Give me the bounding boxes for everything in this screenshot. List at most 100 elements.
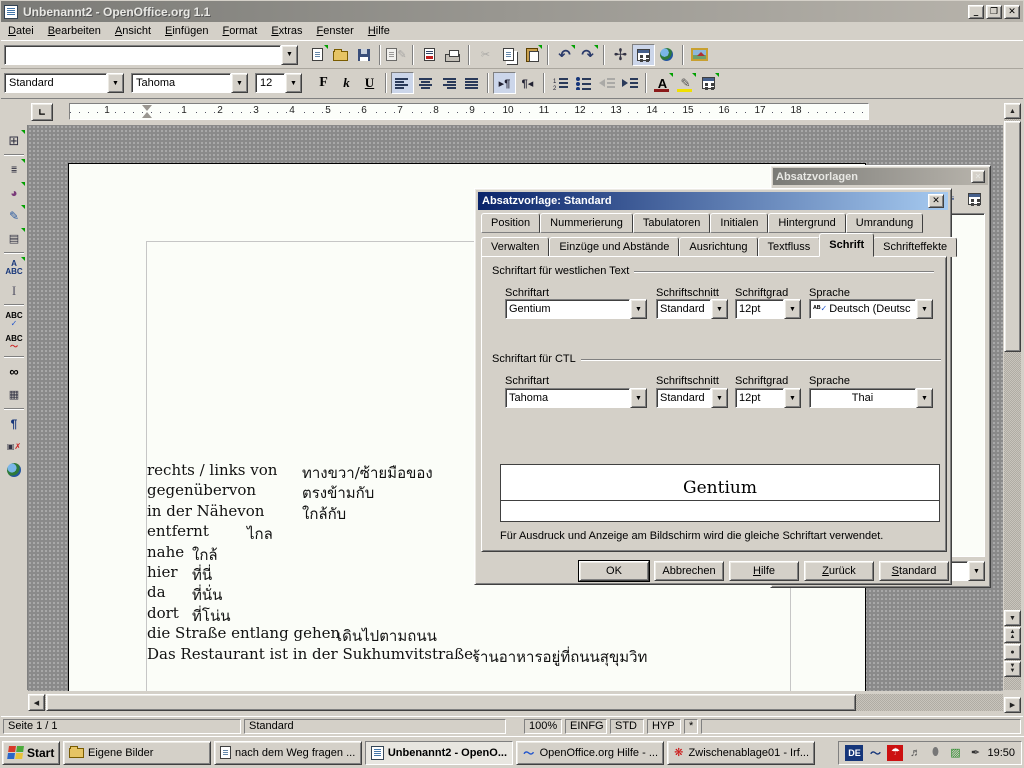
menu-einfuegen[interactable]: Einfügen — [158, 23, 215, 39]
antivirus-icon[interactable]: ☂ — [887, 745, 903, 761]
status-hyperlink-mode[interactable]: HYP — [647, 719, 681, 734]
text-line[interactable]: daที่นั่น — [147, 583, 807, 603]
rtl-paragraph-button[interactable]: ¶◂ — [516, 72, 539, 94]
text-line[interactable]: dortที่โน่น — [147, 604, 807, 624]
tab-verwalten[interactable]: Verwalten — [481, 237, 549, 257]
volume-icon[interactable]: ♬ — [907, 745, 923, 761]
numbered-list-button[interactable]: 12 — [549, 72, 572, 94]
back-button[interactable]: Zurück — [804, 561, 874, 581]
ctl-style-combobox[interactable]: Standard ▼ — [656, 388, 728, 408]
form-functions-button[interactable]: ▤ — [2, 227, 26, 250]
insert-object-button[interactable]: ◕ — [2, 181, 26, 204]
font-color-button[interactable]: A — [651, 72, 674, 94]
ctl-language-arrow[interactable]: ▼ — [916, 388, 933, 408]
tab-ausrichtung[interactable]: Ausrichtung — [679, 237, 757, 257]
usb-device-icon[interactable]: ▨ — [947, 745, 963, 761]
font-name-combobox[interactable]: Tahoma ▼ — [131, 73, 248, 93]
ctl-size-combobox[interactable]: 12pt ▼ — [735, 388, 801, 408]
scroll-right-button[interactable]: ▶ — [1004, 697, 1021, 713]
menu-datei[interactable]: Datei — [1, 23, 41, 39]
ctl-font-combobox[interactable]: Tahoma ▼ — [505, 388, 647, 408]
online-layout-button[interactable] — [2, 458, 26, 481]
western-language-arrow[interactable]: ▼ — [916, 299, 933, 319]
close-button[interactable]: ✕ — [1004, 5, 1020, 19]
status-selection-mode[interactable]: STD — [610, 719, 644, 734]
menu-bearbeiten[interactable]: Bearbeiten — [41, 23, 108, 39]
spellcheck-button[interactable]: ABC✓ — [2, 308, 26, 331]
stylist-button[interactable] — [632, 44, 655, 66]
paragraph-styles-button[interactable] — [964, 189, 984, 209]
tab-schrift[interactable]: Schrift — [819, 233, 874, 257]
mouse-icon[interactable]: ⬮ — [927, 745, 943, 761]
scroll-down-button[interactable]: ▼ — [1004, 610, 1021, 626]
ctl-style-arrow[interactable]: ▼ — [711, 388, 728, 408]
western-style-combobox[interactable]: Standard ▼ — [656, 299, 728, 319]
ctl-size-arrow[interactable]: ▼ — [784, 388, 801, 408]
paste-button[interactable] — [520, 44, 543, 66]
highlighting-button[interactable]: ✎ — [674, 72, 697, 94]
ltr-paragraph-button[interactable]: ▸¶ — [493, 72, 516, 94]
insert-fields-button[interactable]: ≣ — [2, 158, 26, 181]
new-document-button[interactable] — [306, 44, 329, 66]
paragraph-style-dialog[interactable]: Absatzvorlage: Standard ✕ Position Numme… — [474, 188, 952, 585]
taskbar-item-ooo-hilfe[interactable]: 〜 OpenOffice.org Hilfe - ... — [516, 741, 664, 765]
horizontal-scrollbar-thumb[interactable] — [46, 694, 856, 711]
western-style-arrow[interactable]: ▼ — [711, 299, 728, 319]
taskbar-item-unbenannt2[interactable]: Unbenannt2 - OpenO... — [365, 741, 513, 765]
tab-hintergrund[interactable]: Hintergrund — [768, 213, 845, 233]
minimize-button[interactable]: _ — [968, 5, 984, 19]
restore-button[interactable]: ❐ — [986, 5, 1002, 19]
openoffice-quickstart-icon[interactable]: 〜 — [867, 745, 883, 761]
auto-spellcheck-button[interactable]: ABC〜 — [2, 331, 26, 354]
cancel-button[interactable]: Abbrechen — [654, 561, 724, 581]
italic-button[interactable]: k — [335, 72, 358, 94]
align-right-button[interactable] — [437, 72, 460, 94]
direct-cursor-button[interactable]: I — [2, 279, 26, 302]
font-dropdown-arrow[interactable]: ▼ — [231, 73, 248, 93]
previous-page-button[interactable]: ▲▲ — [1004, 627, 1021, 643]
size-dropdown-arrow[interactable]: ▼ — [285, 73, 302, 93]
scroll-up-button[interactable]: ▲ — [1004, 103, 1021, 119]
stylist-close-button[interactable]: ✕ — [971, 170, 985, 183]
status-style[interactable]: Standard — [244, 719, 506, 734]
save-document-button[interactable] — [352, 44, 375, 66]
menu-ansicht[interactable]: Ansicht — [108, 23, 158, 39]
draw-functions-button[interactable]: ✎ — [2, 204, 26, 227]
bullet-list-button[interactable] — [572, 72, 595, 94]
style-dropdown-arrow[interactable]: ▼ — [107, 73, 124, 93]
font-size-combobox[interactable]: 12 ▼ — [255, 73, 302, 93]
align-center-button[interactable] — [414, 72, 437, 94]
western-size-combobox[interactable]: 12pt ▼ — [735, 299, 801, 319]
clock[interactable]: 19:50 — [987, 747, 1015, 759]
taskbar-item-weg-fragen[interactable]: nach dem Weg fragen ... — [214, 741, 362, 765]
text-line[interactable]: die Straße entlang gehenเดินไปตามถนน — [147, 624, 807, 644]
align-left-button[interactable] — [391, 72, 414, 94]
navigation-button[interactable]: ● — [1004, 644, 1021, 660]
western-font-arrow[interactable]: ▼ — [630, 299, 647, 319]
navigator-button[interactable]: ✢ — [609, 44, 632, 66]
status-insert-mode[interactable]: EINFG — [565, 719, 607, 734]
url-input[interactable] — [4, 45, 281, 65]
window-titlebar[interactable]: Unbenannt2 - OpenOffice.org 1.1 _ ❐ ✕ — [1, 1, 1023, 22]
underline-button[interactable]: U — [358, 72, 381, 94]
tab-nummerierung[interactable]: Nummerierung — [540, 213, 633, 233]
nonprinting-characters-button[interactable]: ¶ — [2, 412, 26, 435]
edit-file-button[interactable]: ✎ — [385, 44, 408, 66]
bold-button[interactable]: F — [312, 72, 335, 94]
menu-hilfe[interactable]: Hilfe — [361, 23, 397, 39]
tab-stop-type-button[interactable]: ∟ — [31, 103, 53, 121]
scroll-left-button[interactable]: ◀ — [28, 694, 45, 711]
gallery-button[interactable] — [688, 44, 711, 66]
help-button[interactable]: Hilfe — [729, 561, 799, 581]
western-size-arrow[interactable]: ▼ — [784, 299, 801, 319]
horizontal-ruler[interactable]: 1 123456789101112131415161718 — [69, 103, 869, 120]
find-replace-button[interactable]: ∞ — [2, 360, 26, 383]
horizontal-scrollbar[interactable]: ◀ — [28, 692, 1003, 715]
ctl-language-combobox[interactable]: Thai ▼ — [809, 388, 933, 408]
menu-format[interactable]: Format — [215, 23, 264, 39]
url-dropdown-arrow[interactable]: ▼ — [281, 45, 298, 65]
undo-button[interactable]: ↶ — [553, 44, 576, 66]
redo-button[interactable]: ↷ — [576, 44, 599, 66]
text-line[interactable]: Das Restaurant ist in der Sukhumvitstraß… — [147, 645, 807, 665]
cut-button[interactable]: ✂ — [474, 44, 497, 66]
